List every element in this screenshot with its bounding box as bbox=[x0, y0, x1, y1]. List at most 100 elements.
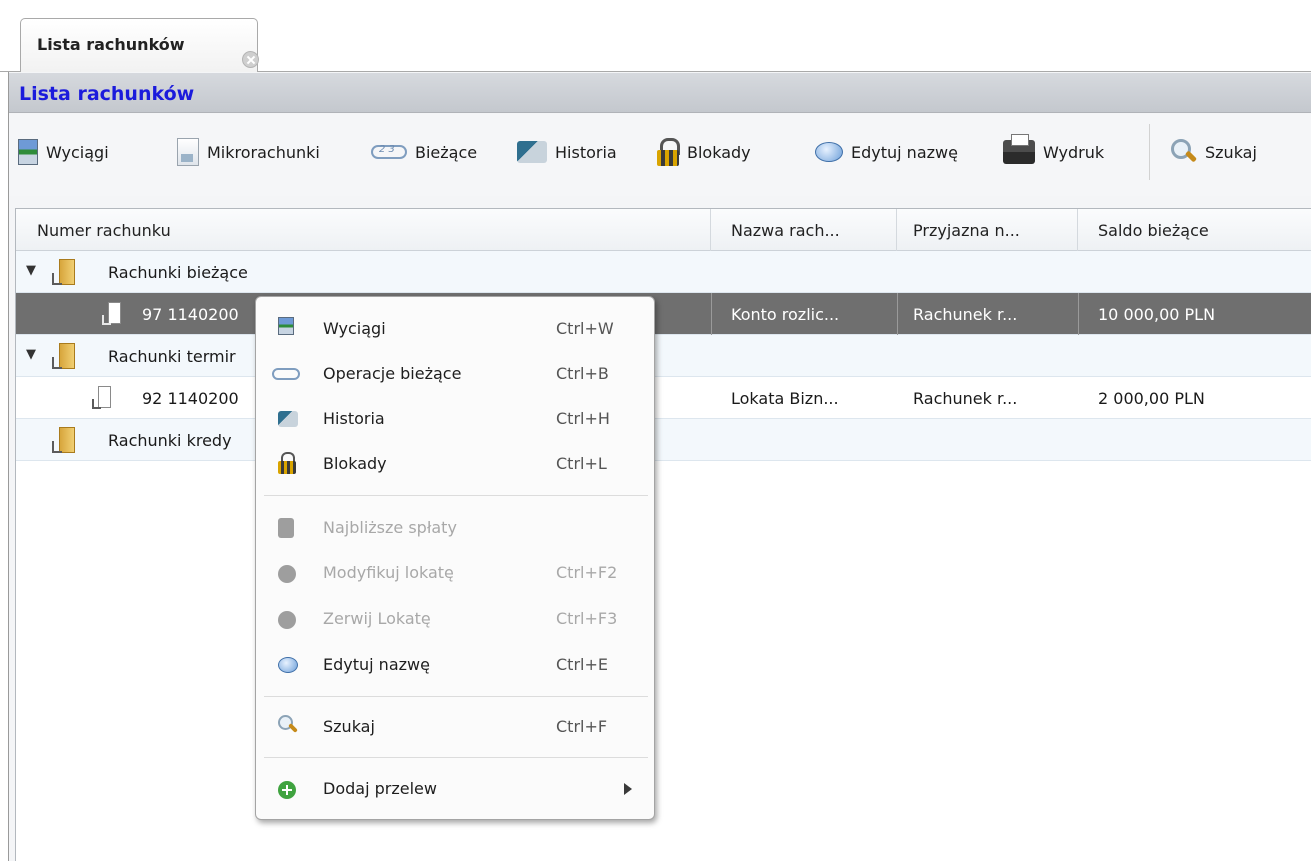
toolbar-label: Bieżące bbox=[415, 142, 478, 162]
menu-item-shortcut: Ctrl+F3 bbox=[556, 609, 618, 628]
menu-item-shortcut: Ctrl+E bbox=[556, 655, 608, 674]
menu-item-operacje-biezace[interactable]: Operacje bieżące Ctrl+B bbox=[256, 352, 654, 396]
column-divider bbox=[1078, 293, 1079, 335]
break-deposit-icon bbox=[278, 611, 296, 629]
toolbar-label: Wydruk bbox=[1043, 142, 1105, 162]
menu-separator bbox=[264, 495, 648, 496]
table-row[interactable]: 92 1140200 Lokata Bizn... Rachunek r... … bbox=[16, 377, 1311, 419]
menu-item-label: Wyciągi bbox=[323, 319, 386, 338]
lock-icon bbox=[278, 452, 296, 474]
menu-item-shortcut: Ctrl+F2 bbox=[556, 563, 618, 582]
modify-deposit-icon bbox=[278, 565, 296, 583]
file-icon bbox=[102, 302, 121, 326]
column-header-numer[interactable]: Numer rachunku bbox=[16, 209, 711, 251]
repayments-icon bbox=[278, 518, 294, 538]
toolbar-label: Blokady bbox=[687, 142, 751, 162]
speech-bubble-icon bbox=[815, 142, 843, 162]
group-label: Rachunki termir bbox=[108, 347, 236, 366]
toolbar-button-biezace[interactable]: Bieżące bbox=[371, 132, 477, 172]
current-operations-icon bbox=[371, 144, 407, 159]
toolbar-label: Szukaj bbox=[1205, 142, 1257, 162]
search-icon bbox=[1171, 139, 1197, 165]
menu-item-label: Zerwij Lokatę bbox=[323, 609, 431, 628]
toolbar-button-historia[interactable]: Historia bbox=[517, 132, 617, 172]
tab-strip: Lista rachunków bbox=[0, 0, 1311, 73]
statement-icon bbox=[278, 317, 294, 335]
menu-item-shortcut: Ctrl+H bbox=[556, 409, 610, 428]
account-friendly-name: Rachunek r... bbox=[913, 305, 1018, 324]
search-icon bbox=[278, 715, 298, 735]
column-header-saldo[interactable]: Saldo bieżące bbox=[1078, 209, 1311, 251]
menu-item-edytuj-nazwe[interactable]: Edytuj nazwę Ctrl+E bbox=[256, 643, 654, 687]
account-number: 92 1140200 bbox=[142, 389, 239, 408]
toolbar-button-szukaj[interactable]: Szukaj bbox=[1171, 132, 1257, 172]
tree-group-row[interactable]: ▼ Rachunki bieżące bbox=[16, 251, 1311, 293]
account-friendly-name: Rachunek r... bbox=[913, 389, 1018, 408]
panel-title-bar: Lista rachunków bbox=[9, 73, 1311, 113]
menu-item-modyfikuj-lokate: Modyfikuj lokatę Ctrl+F2 bbox=[256, 551, 654, 595]
menu-item-dodaj-przelew[interactable]: Dodaj przelew bbox=[256, 767, 654, 811]
file-icon bbox=[92, 386, 111, 410]
current-operations-icon bbox=[272, 368, 300, 380]
folder-icon bbox=[52, 259, 75, 285]
context-menu: Wyciągi Ctrl+W Operacje bieżące Ctrl+B H… bbox=[255, 296, 655, 820]
toolbar-button-wyciagi[interactable]: Wyciągi bbox=[18, 132, 109, 172]
toolbar-button-mikrorachunki[interactable]: Mikrorachunki bbox=[177, 132, 320, 172]
account-balance: 2 000,00 PLN bbox=[1098, 389, 1205, 408]
accounts-grid: Numer rachunku Nazwa rach... Przyjazna n… bbox=[15, 208, 1311, 861]
tab-label: Lista rachunków bbox=[37, 35, 185, 54]
toolbar: Wyciągi Mikrorachunki Bieżące Historia B… bbox=[9, 114, 1311, 196]
table-row[interactable]: 97 1140200 Konto rozlic... Rachunek r...… bbox=[16, 293, 1311, 335]
add-transfer-icon bbox=[278, 781, 296, 799]
column-divider bbox=[897, 293, 898, 335]
menu-item-label: Blokady bbox=[323, 454, 387, 473]
printer-icon bbox=[1003, 134, 1035, 164]
folder-icon bbox=[52, 427, 75, 453]
expand-arrow-icon[interactable]: ▼ bbox=[26, 263, 36, 278]
micro-accounts-icon bbox=[177, 138, 199, 166]
toolbar-label: Wyciągi bbox=[46, 142, 109, 162]
toolbar-button-blokady[interactable]: Blokady bbox=[657, 132, 751, 172]
menu-item-label: Edytuj nazwę bbox=[323, 655, 430, 674]
menu-item-label: Dodaj przelew bbox=[323, 779, 437, 798]
menu-separator bbox=[264, 696, 648, 697]
tree-group-row[interactable]: ▼ Rachunki termir bbox=[16, 335, 1311, 377]
speech-bubble-icon bbox=[278, 657, 298, 673]
column-header-przyjazna[interactable]: Przyjazna n... bbox=[897, 209, 1078, 251]
column-divider bbox=[711, 293, 712, 335]
toolbar-button-edytuj-nazwe[interactable]: Edytuj nazwę bbox=[815, 132, 958, 172]
column-header-nazwa[interactable]: Nazwa rach... bbox=[711, 209, 897, 251]
account-number: 97 1140200 bbox=[142, 305, 239, 324]
submenu-arrow-icon bbox=[624, 783, 632, 795]
toolbar-separator bbox=[1149, 124, 1150, 180]
menu-item-label: Operacje bieżące bbox=[323, 364, 462, 383]
menu-item-label: Szukaj bbox=[323, 717, 375, 736]
menu-item-label: Najbliższe spłaty bbox=[323, 518, 457, 537]
menu-item-shortcut: Ctrl+L bbox=[556, 454, 607, 473]
toolbar-button-wydruk[interactable]: Wydruk bbox=[1003, 132, 1104, 172]
menu-separator bbox=[264, 757, 648, 758]
tab-lista-rachunkow[interactable]: Lista rachunków bbox=[20, 18, 259, 72]
menu-item-shortcut: Ctrl+F bbox=[556, 717, 608, 736]
grid-header: Numer rachunku Nazwa rach... Przyjazna n… bbox=[16, 209, 1311, 251]
menu-item-shortcut: Ctrl+W bbox=[556, 319, 614, 338]
close-icon[interactable] bbox=[242, 51, 259, 68]
group-label: Rachunki kredy bbox=[108, 431, 232, 450]
lock-icon bbox=[657, 138, 680, 166]
menu-item-szukaj[interactable]: Szukaj Ctrl+F bbox=[256, 705, 654, 749]
menu-item-blokady[interactable]: Blokady Ctrl+L bbox=[256, 442, 654, 486]
menu-item-label: Modyfikuj lokatę bbox=[323, 563, 454, 582]
statement-icon bbox=[18, 139, 38, 165]
expand-arrow-icon[interactable]: ▼ bbox=[26, 347, 36, 362]
menu-item-shortcut: Ctrl+B bbox=[556, 364, 609, 383]
menu-item-label: Historia bbox=[323, 409, 385, 428]
account-balance: 10 000,00 PLN bbox=[1098, 305, 1216, 324]
tree-group-row[interactable]: Rachunki kredy bbox=[16, 419, 1311, 461]
panel-title: Lista rachunków bbox=[19, 83, 195, 105]
menu-item-zerwij-lokate: Zerwij Lokatę Ctrl+F3 bbox=[256, 597, 654, 641]
menu-item-wyciagi[interactable]: Wyciągi Ctrl+W bbox=[256, 307, 654, 351]
toolbar-label: Mikrorachunki bbox=[207, 142, 320, 162]
account-name: Lokata Bizn... bbox=[731, 389, 839, 408]
menu-item-historia[interactable]: Historia Ctrl+H bbox=[256, 397, 654, 441]
folder-icon bbox=[52, 343, 75, 369]
